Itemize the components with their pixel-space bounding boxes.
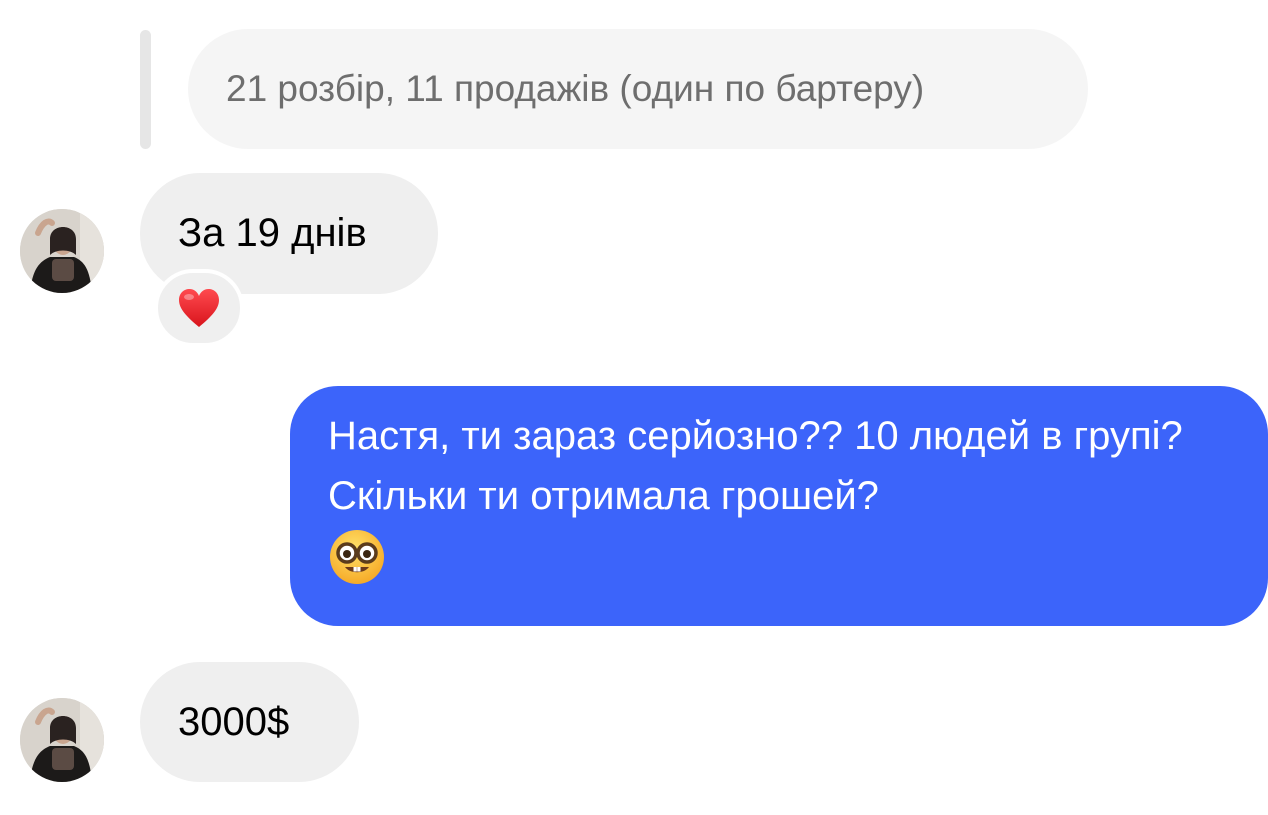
message-reaction[interactable] <box>154 269 244 347</box>
avatar[interactable] <box>20 698 104 782</box>
message-text: За 19 днів <box>178 211 367 255</box>
reply-indicator-bar <box>140 30 151 149</box>
quoted-message-bubble[interactable]: 21 розбір, 11 продажів (один по бартеру) <box>188 29 1088 149</box>
outgoing-message-bubble[interactable]: Настя, ти зараз серйозно?? 10 людей в гр… <box>290 386 1268 626</box>
profile-photo-icon <box>20 698 104 782</box>
incoming-message-bubble[interactable]: 3000$ <box>140 662 359 782</box>
nerd-face-icon <box>328 528 386 586</box>
message-text: 3000$ <box>178 699 290 744</box>
quoted-message-text: 21 розбір, 11 продажів (один по бартеру) <box>226 68 925 109</box>
profile-photo-icon <box>20 209 104 293</box>
message-text: Настя, ти зараз серйозно?? 10 людей в гр… <box>328 414 1183 518</box>
avatar[interactable] <box>20 209 104 293</box>
heart-icon <box>179 289 219 327</box>
